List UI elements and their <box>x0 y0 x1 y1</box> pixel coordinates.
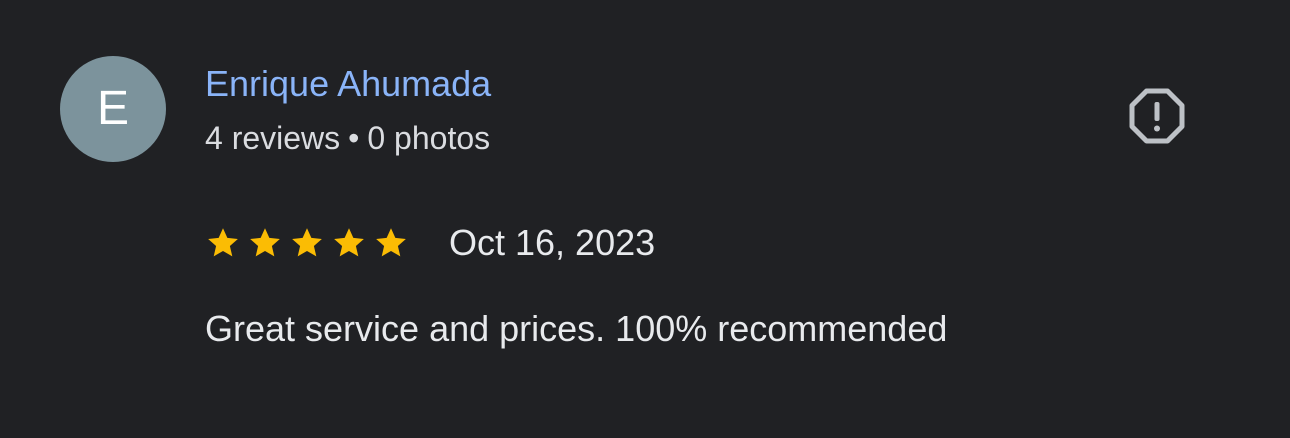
meta-separator: • <box>348 120 360 156</box>
report-flag-icon <box>1129 88 1185 144</box>
avatar-initial: E <box>96 82 129 135</box>
report-button[interactable] <box>1128 87 1186 145</box>
review-card: E Enrique Ahumada 4 reviews • 0 photos Oct… <box>0 0 1290 438</box>
star-icon <box>208 228 238 257</box>
author-name-link[interactable]: Enrique Ahumada <box>205 62 491 106</box>
photos-count: 0 photos <box>367 120 491 156</box>
reviews-count: 4 reviews <box>205 120 341 156</box>
star-rating <box>205 225 415 261</box>
author-meta: 4 reviews • 0 photos <box>205 118 490 158</box>
rating-row: Oct 16, 2023 <box>205 220 655 266</box>
star-icon <box>376 228 406 257</box>
star-icon <box>292 228 322 257</box>
review-date: Oct 16, 2023 <box>449 222 656 263</box>
star-icon <box>334 228 364 257</box>
review-text: Great service and prices. 100% recommend… <box>205 308 948 349</box>
avatar[interactable]: E <box>60 56 166 162</box>
star-icon <box>250 228 280 257</box>
